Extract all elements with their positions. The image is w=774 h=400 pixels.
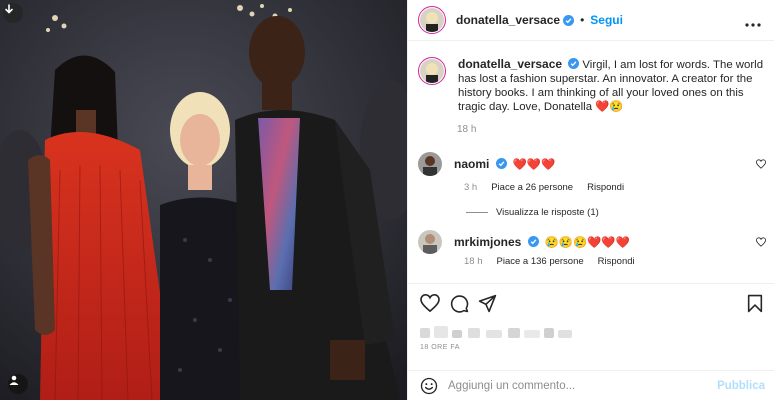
post-action-bar [408,283,774,323]
comment-input[interactable]: Aggiungi un commento... [448,380,717,392]
caption-username[interactable]: donatella_versace [458,57,562,71]
comment-text-block: naomi ❤️❤️❤️ [454,157,555,171]
download-icon[interactable] [3,3,23,23]
more-options-icon[interactable] [745,14,761,30]
comment-body: ❤️❤️❤️ [512,159,556,171]
view-replies-label[interactable]: Visualizza le risposte (1) [496,207,599,218]
verified-badge-icon [568,58,580,69]
comment-body: 😢😢😢❤️❤️❤️ [544,237,630,249]
comment-meta: 3 h Piace a 26 persone Rispondi [464,182,624,193]
post-header: donatella_versace • Segui [408,0,774,41]
caption-emojis: ❤️😢 [595,101,624,113]
post-side-panel: donatella_versace • Segui donatella_vers… [407,0,774,400]
comment-reply-button[interactable]: Rispondi [598,256,635,267]
comment-timestamp[interactable]: 3 h [464,182,477,193]
post-caption: donatella_versace Virgil, I am lost for … [418,57,768,114]
view-replies-toggle[interactable]: Visualizza le risposte (1) [466,207,599,218]
add-comment-bar: Aggiungi un commento... Pubblica [408,370,774,400]
verified-badge-icon [495,158,507,169]
photo-illustration [0,0,407,400]
emoji-icon[interactable] [420,377,438,395]
likes-summary-blurred [420,326,572,338]
instagram-post-modal: donatella_versace • Segui donatella_vers… [0,0,774,400]
publish-button[interactable]: Pubblica [717,380,765,392]
post-photo[interactable] [0,0,407,400]
comment-meta: 18 h Piace a 136 persone Rispondi [464,256,635,267]
commenter-username[interactable]: mrkimjones [454,235,521,249]
header-separator: • [580,13,585,27]
comment-item: naomi ❤️❤️❤️ 3 h Piace a 26 persone Risp… [418,152,768,218]
caption-text-block: donatella_versace Virgil, I am lost for … [458,57,768,114]
share-icon[interactable] [478,294,497,313]
comment-like-heart-icon[interactable] [756,237,766,247]
verified-badge-icon [563,14,575,26]
verified-badge-icon [527,236,539,247]
user-tag-icon[interactable] [8,374,28,394]
bookmark-icon[interactable] [747,294,763,313]
comment-text-block: mrkimjones 😢😢😢❤️❤️❤️ [454,235,630,249]
commenter-avatar[interactable] [418,230,442,254]
comment-icon[interactable] [450,294,469,313]
comment-item: mrkimjones 😢😢😢❤️❤️❤️ 18 h Piace a 136 pe… [418,230,768,267]
comment-like-heart-icon[interactable] [756,159,766,169]
follow-button[interactable]: Segui [590,13,623,27]
replies-divider-line [466,212,488,213]
comment-likes-count[interactable]: Piace a 136 persone [497,256,584,267]
comment-likes-count[interactable]: Piace a 26 persone [491,182,573,193]
comments-scroll-area[interactable]: donatella_versace Virgil, I am lost for … [408,42,774,282]
author-avatar[interactable] [418,6,446,34]
author-username[interactable]: donatella_versace [456,13,560,27]
caption-author-avatar[interactable] [418,57,446,85]
caption-timestamp[interactable]: 18 h [457,124,476,135]
comment-reply-button[interactable]: Rispondi [587,182,624,193]
commenter-username[interactable]: naomi [454,157,489,171]
heart-icon[interactable] [420,294,440,312]
post-time-ago[interactable]: 18 ORE FA [420,344,460,351]
commenter-avatar[interactable] [418,152,442,176]
comment-timestamp[interactable]: 18 h [464,256,483,267]
